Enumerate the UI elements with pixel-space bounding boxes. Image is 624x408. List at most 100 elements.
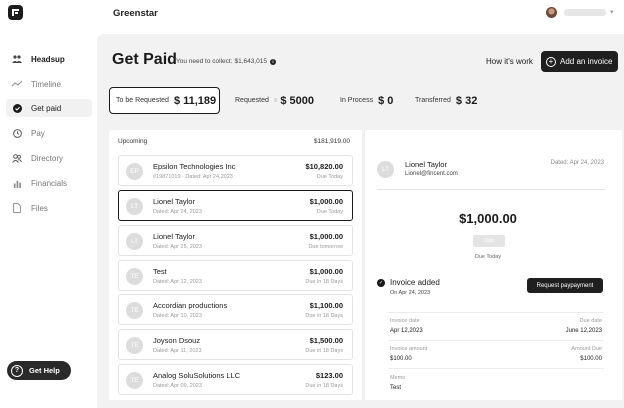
due-badge: Due <box>473 235 505 247</box>
invoice-date: Dated: Apr 24, 2023 <box>153 209 202 215</box>
memo-label: Memo <box>390 375 406 381</box>
divider <box>377 189 605 190</box>
avatar: TE <box>126 302 143 319</box>
invoice-due: Due Today <box>316 209 343 215</box>
equals-icon: ≡ <box>273 97 278 104</box>
clock-icon <box>12 128 22 138</box>
invoice-amount: $1,000.00 <box>309 232 343 241</box>
invoice-client-name: Analog SoluSolutions LLC <box>153 371 241 380</box>
status-title: Invoice added <box>390 278 440 287</box>
get-help-button[interactable]: ? Get Help <box>7 361 71 380</box>
sidebar-item-label: Get paid <box>31 103 62 113</box>
sidebar: Headsup Timeline Get paid Pay Directory … <box>0 34 96 408</box>
invoice-row[interactable]: TE Joyson Dsouz Dated: Apr 11, 2023 $1,5… <box>118 329 353 360</box>
detail-amount: $1,000.00 <box>459 211 517 226</box>
tab-in-process[interactable]: In Process $ 0 <box>334 87 404 114</box>
invoice-amount: $1,100.00 <box>309 301 343 310</box>
invoice-client-name: Test <box>153 267 167 276</box>
sidebar-item-headsup[interactable]: Headsup <box>6 50 92 68</box>
upcoming-total: $181,919.00 <box>313 138 350 145</box>
question-icon: ? <box>11 364 23 377</box>
invoice-row[interactable]: TE Test Dated: Apr 12, 2023 $1,000.00 Du… <box>118 260 353 291</box>
app-logo-icon[interactable] <box>8 5 23 20</box>
invoice-date: Dated: Apr 25, 2023 <box>153 244 202 250</box>
request-payment-button[interactable]: Request paypayment <box>527 278 603 293</box>
info-icon[interactable]: i <box>270 58 277 65</box>
page-title: Get Paid <box>112 51 177 68</box>
detail-client-email: Lionel@fincent.com <box>405 171 458 177</box>
file-icon <box>12 203 22 213</box>
amount-due-label: Amount Due <box>571 346 602 352</box>
avatar: LT <box>126 233 143 250</box>
invoice-client-name: Epsilon Technologies Inc <box>153 162 236 171</box>
avatar: LT <box>126 198 143 215</box>
sidebar-item-timeline[interactable]: Timeline <box>6 75 92 93</box>
tab-requested[interactable]: Requested ≡ $ 5000 <box>229 87 325 114</box>
status-date: On Apr 24, 2023 <box>390 290 431 296</box>
sidebar-item-label: Headsup <box>31 54 65 64</box>
sidebar-item-pay[interactable]: Pay <box>6 124 92 142</box>
sidebar-item-label: Files <box>31 203 48 213</box>
invoice-row[interactable]: TE Analog SoluSolutions LLC Dated: Apr 0… <box>118 364 353 395</box>
divider <box>388 340 604 341</box>
tab-transferred[interactable]: Transferred $ 32 <box>409 87 489 114</box>
sidebar-item-financials[interactable]: Financials <box>6 174 92 192</box>
invoice-due: Due tomorrow <box>308 244 343 250</box>
tab-to-be-requested[interactable]: To be Requested $ 11,189 <box>109 87 220 114</box>
divider <box>388 368 604 369</box>
invoice-amount-value: $100.00 <box>390 356 412 362</box>
check-circle-icon: ✓ <box>377 279 385 287</box>
invoice-detail-panel: LT Lionel Taylor Lionel@fincent.com Date… <box>364 130 622 400</box>
invoice-due: Due in 18 Days <box>305 279 343 285</box>
due-date-value: June 12,2023 <box>565 328 602 334</box>
invoice-amount: $1,000.00 <box>309 267 343 276</box>
main-content: Get Paid You need to collect: $1,643,015… <box>97 34 624 408</box>
detail-client-name: Lionel Taylor <box>405 160 447 169</box>
how-it-works-link[interactable]: How it's work <box>486 57 533 66</box>
sidebar-item-label: Pay <box>31 128 45 138</box>
users-icon <box>12 153 22 163</box>
avatar: LT <box>377 161 394 178</box>
sidebar-item-label: Directory <box>31 153 64 163</box>
sidebar-item-label: Financials <box>31 178 68 188</box>
invoice-client-name: Lionel Taylor <box>153 232 195 241</box>
invoice-date: #19871019 · Dated: Apr 24,2023 <box>153 174 233 180</box>
detail-dated: Dated: Apr 24, 2023 <box>550 160 604 166</box>
check-circle-icon <box>12 103 22 113</box>
sidebar-item-get-paid[interactable]: Get paid <box>6 99 92 117</box>
chevron-down-icon[interactable]: ▾ <box>610 8 614 16</box>
invoice-due: Due in 18 Days <box>305 383 343 389</box>
top-bar: Greenstar ▾ <box>0 0 624 34</box>
invoice-row[interactable]: LT Lionel Taylor Dated: Apr 25, 2023 $1,… <box>118 225 353 256</box>
invoice-due: Due in 18 Days <box>305 313 343 319</box>
upcoming-header: Upcoming <box>118 138 148 145</box>
invoice-date-value: Apr 12,2023 <box>390 328 423 334</box>
add-invoice-button[interactable]: + Add an invoice <box>541 51 618 72</box>
detail-due-text: Due Today <box>474 254 502 260</box>
upcoming-invoices-panel: Upcoming $181,919.00 EP Epsilon Technolo… <box>109 130 362 400</box>
invoice-amount: $1,500.00 <box>309 336 343 345</box>
user-avatar[interactable] <box>546 7 557 18</box>
collect-summary: You need to collect: $1,643,015 i <box>176 58 277 65</box>
org-name: Greenstar <box>113 8 158 19</box>
invoice-amount: $10,820.00 <box>305 162 343 171</box>
invoice-date: Dated: Apr 11, 2023 <box>153 348 202 354</box>
timeline-icon <box>12 79 22 89</box>
invoice-row[interactable]: TE Accordian productions Dated: Apr 10, … <box>118 294 353 325</box>
plus-icon: + <box>546 56 556 67</box>
sidebar-item-label: Timeline <box>31 79 61 89</box>
invoice-amount-label: Invoice amount <box>390 346 428 352</box>
sidebar-item-files[interactable]: Files <box>6 199 92 217</box>
avatar: EP <box>126 163 143 180</box>
due-date-label: Due date <box>579 318 602 324</box>
sidebar-item-directory[interactable]: Directory <box>6 149 92 167</box>
amount-due-value: $100.00 <box>580 356 602 362</box>
invoice-client-name: Joyson Dsouz <box>153 336 201 345</box>
invoice-row[interactable]: LT Lionel Taylor Dated: Apr 24, 2023 $1,… <box>118 190 353 221</box>
invoice-row[interactable]: EP Epsilon Technologies Inc #19871019 · … <box>118 155 353 186</box>
divider <box>388 312 604 313</box>
bar-chart-icon <box>12 178 22 188</box>
invoice-amount: $123.00 <box>315 371 343 380</box>
user-name-placeholder[interactable] <box>564 9 606 16</box>
invoice-due: Due Today <box>316 174 343 180</box>
